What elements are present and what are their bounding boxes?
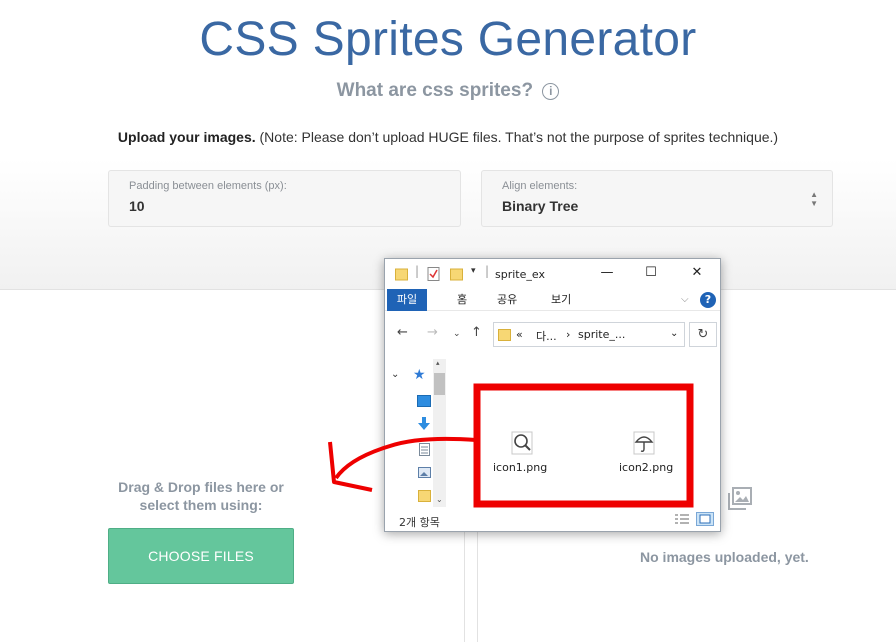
align-value[interactable]: Binary Tree xyxy=(502,198,578,214)
upload-note: Upload your images. (Note: Please don’t … xyxy=(0,129,896,145)
minimize-icon[interactable]: — xyxy=(597,265,617,280)
window-title: sprite_ex xyxy=(495,268,545,281)
customize-quickaccess-icon[interactable]: ▾ xyxy=(471,266,476,276)
umbrella-file-icon[interactable] xyxy=(633,431,655,455)
tab-share[interactable]: 공유 xyxy=(497,289,517,311)
close-icon[interactable]: ✕ xyxy=(687,265,707,280)
folder-icon[interactable] xyxy=(418,489,431,502)
file-list: icon1.png icon2.png xyxy=(475,359,720,507)
header-area: CSS Sprites Generator What are css sprit… xyxy=(0,0,896,290)
file-name-icon2[interactable]: icon2.png xyxy=(619,461,673,474)
address-part2[interactable]: sprite_... xyxy=(578,328,625,341)
up-icon[interactable]: ↑ xyxy=(471,325,482,340)
upload-note-bold: Upload your images. xyxy=(117,129,256,145)
properties-icon[interactable] xyxy=(427,267,440,281)
refresh-icon[interactable]: ↻ xyxy=(689,322,717,347)
explorer-titlebar[interactable]: | ▾ | sprite_ex — ☐ ✕ xyxy=(385,259,720,289)
expand-chevron-icon[interactable]: ⌄ xyxy=(391,369,399,380)
details-view-icon[interactable] xyxy=(673,512,691,526)
forward-icon[interactable]: → xyxy=(427,325,438,340)
padding-input[interactable]: Padding between elements (px): 10 xyxy=(108,170,461,227)
large-icons-view-icon[interactable] xyxy=(696,512,714,526)
downloads-icon[interactable] xyxy=(418,417,430,431)
maximize-icon[interactable]: ☐ xyxy=(641,265,661,280)
recent-dropdown-icon[interactable]: ⌄ xyxy=(453,329,461,339)
separator: | xyxy=(485,264,490,278)
file-explorer-window[interactable]: | ▾ | sprite_ex — ☐ ✕ 파일 홈 공유 보기 ⌵ ? ← →… xyxy=(384,258,721,532)
tab-file[interactable]: 파일 xyxy=(387,289,427,311)
folder-icon xyxy=(498,329,511,341)
what-are-sprites-link[interactable]: What are css sprites? i xyxy=(0,80,896,102)
image-placeholder-icon xyxy=(728,487,752,510)
subtitle-text[interactable]: What are css sprites? xyxy=(337,80,533,101)
navigation-bar: ← → ⌄ ↑ « 다... › sprite_... ⌄ ↻ xyxy=(385,317,720,351)
dropzone-text: Drag & Drop files here or select them us… xyxy=(96,478,306,514)
no-images-text: No images uploaded, yet. xyxy=(640,549,809,565)
back-icon[interactable]: ← xyxy=(397,325,408,340)
status-item-count: 2개 항목 xyxy=(399,516,440,529)
tab-home[interactable]: 홈 xyxy=(457,289,467,311)
desktop-icon[interactable] xyxy=(417,395,431,407)
dropzone-line1: Drag & Drop files here or xyxy=(118,479,284,495)
documents-icon[interactable] xyxy=(419,443,430,456)
page-title: CSS Sprites Generator xyxy=(199,13,697,66)
scroll-down-icon[interactable]: ⌄ xyxy=(436,495,443,504)
address-part1[interactable]: 다... xyxy=(536,328,557,344)
info-icon[interactable]: i xyxy=(542,83,560,100)
address-dropdown-icon[interactable]: ⌄ xyxy=(670,328,678,339)
file-name-icon1[interactable]: icon1.png xyxy=(493,461,547,474)
new-folder-icon[interactable] xyxy=(450,267,463,281)
folder-icon xyxy=(395,268,408,281)
align-select[interactable]: Align elements: Binary Tree ▲ ▼ xyxy=(481,170,833,227)
upload-note-text: (Note: Please don’t upload HUGE files. T… xyxy=(255,129,779,145)
ribbon-expand-icon[interactable]: ⌵ xyxy=(681,289,689,311)
address-bar[interactable]: « 다... › sprite_... ⌄ xyxy=(493,322,685,347)
scroll-up-icon[interactable]: ▴ xyxy=(436,359,440,367)
tab-view[interactable]: 보기 xyxy=(551,289,571,311)
choose-files-button[interactable]: CHOOSE FILES xyxy=(108,528,294,584)
address-separator: › xyxy=(566,328,571,341)
scrollbar-thumb[interactable] xyxy=(434,373,445,395)
separator: | xyxy=(415,264,420,278)
dropzone-line2: select them using: xyxy=(139,497,263,513)
select-arrows-icon[interactable]: ▲ ▼ xyxy=(810,190,818,208)
quick-access-star-icon[interactable]: ★ xyxy=(413,367,426,383)
address-chevrons: « xyxy=(516,328,523,341)
magnifier-file-icon[interactable] xyxy=(511,431,533,455)
ribbon-tabs: 파일 홈 공유 보기 ⌵ ? xyxy=(385,289,720,311)
padding-value[interactable]: 10 xyxy=(129,198,145,214)
pictures-icon[interactable] xyxy=(418,467,431,478)
align-label: Align elements: xyxy=(502,180,578,192)
help-icon[interactable]: ? xyxy=(700,292,716,308)
padding-label: Padding between elements (px): xyxy=(129,180,287,192)
